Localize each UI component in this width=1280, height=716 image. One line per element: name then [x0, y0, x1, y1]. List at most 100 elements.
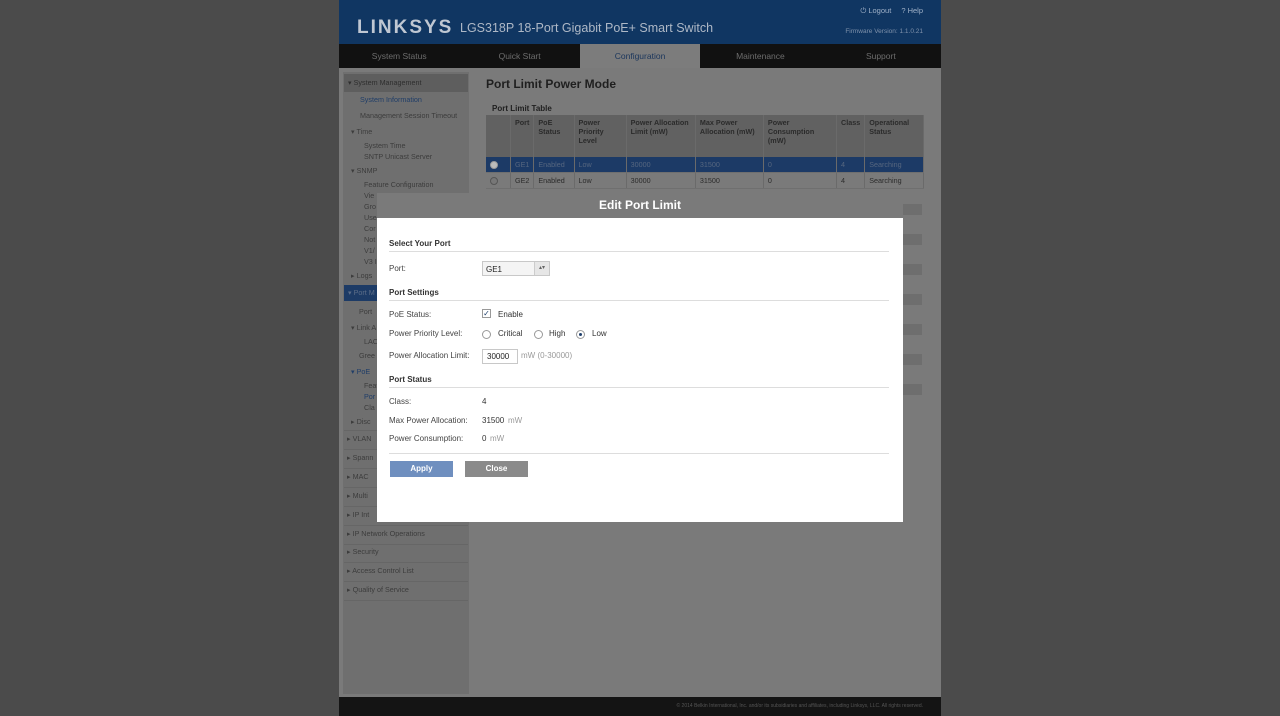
sidebar-item-v1[interactable]: V1/ [364, 246, 375, 255]
table-row[interactable]: GE1 Enabled Low 30000 31500 0 4 Searchin… [486, 157, 924, 173]
sidebar-item-poe-class[interactable]: Cla [364, 403, 375, 412]
close-button[interactable]: Close [465, 461, 528, 477]
caret-down-icon: ▾ [351, 166, 355, 175]
sidebar-item-acl[interactable]: ▸ Access Control List [347, 566, 414, 575]
tab-quick-start[interactable]: Quick Start [459, 44, 579, 68]
sidebar-item-time[interactable]: ▾ Time [351, 127, 372, 136]
priority-label: Power Priority Level: [389, 329, 463, 338]
sidebar-item-link-aggregation[interactable]: ▾ Link A [351, 323, 376, 332]
priority-low-radio[interactable] [576, 330, 585, 339]
port-limit-table: Port PoE Status Power Priority Level Pow… [486, 115, 924, 189]
header: LINKSYS LGS318P 18-Port Gigabit PoE+ Sma… [339, 0, 941, 44]
radio-selected-icon[interactable] [490, 161, 498, 170]
caret-right-icon: ▸ [351, 271, 355, 280]
cell-port: GE2 [510, 172, 535, 189]
sidebar-item-snmp[interactable]: ▾ SNMP [351, 166, 377, 175]
priority-high-radio[interactable] [534, 330, 543, 339]
table-row-ghost [902, 324, 922, 335]
sidebar-item-security[interactable]: ▸ Security [347, 547, 379, 556]
consumption-unit: mW [490, 434, 505, 443]
checkmark-icon: ✓ [483, 309, 490, 318]
column-header-max-alloc[interactable]: Max Power Allocation (mW) [695, 115, 764, 157]
sidebar-item-ip-network-operations[interactable]: ▸ IP Network Operations [347, 529, 425, 538]
divider [344, 525, 468, 526]
sidebar-item-lacp[interactable]: LAC [364, 337, 378, 346]
sidebar-item-qos[interactable]: ▸ Quality of Service [347, 585, 409, 594]
column-header-poe-status[interactable]: PoE Status [533, 115, 575, 157]
row-select-radio[interactable] [486, 157, 511, 173]
sidebar-item-multicast[interactable]: ▸ Multi [347, 491, 368, 500]
column-header-consumption[interactable]: Power Consumption (mW) [763, 115, 838, 157]
sidebar-item-mac[interactable]: ▸ MAC [347, 472, 369, 481]
alloc-limit-label: Power Allocation Limit: [389, 351, 470, 360]
help-link[interactable]: Help [908, 6, 923, 15]
logout-link[interactable]: Logout [868, 6, 891, 15]
caret-right-icon: ▸ [347, 566, 351, 575]
apply-button[interactable]: Apply [390, 461, 453, 477]
max-alloc-label: Max Power Allocation: [389, 416, 468, 425]
tab-maintenance[interactable]: Maintenance [700, 44, 820, 68]
help-icon[interactable]: ? [901, 6, 905, 15]
sidebar-item-spanning-tree[interactable]: ▸ Spann [347, 453, 373, 462]
sidebar-item-system-information[interactable]: System Information [360, 95, 422, 104]
select-arrows-icon[interactable]: ▴▾ [534, 262, 549, 275]
tab-support[interactable]: Support [821, 44, 941, 68]
poe-status-label: PoE Status: [389, 310, 432, 319]
sidebar-item-communities[interactable]: Cor [364, 224, 376, 233]
sidebar-item-green[interactable]: Gree [359, 351, 375, 360]
sidebar-item-ip-interface[interactable]: ▸ IP Int [347, 510, 369, 519]
cell-priority: Low [574, 172, 627, 189]
cell-class: 4 [836, 157, 866, 173]
sidebar-item-feature-config[interactable]: Feature Configuration [364, 180, 434, 189]
column-header-alloc-limit[interactable]: Power Allocation Limit (mW) [626, 115, 696, 157]
sidebar-item-system-management[interactable]: ▾ System Management [344, 74, 468, 92]
sidebar-item-system-time[interactable]: System Time [364, 141, 406, 150]
alloc-limit-input[interactable]: 30000 [482, 349, 518, 364]
column-header-class[interactable]: Class [836, 115, 866, 157]
column-header-priority[interactable]: Power Priority Level [574, 115, 627, 157]
column-header-port[interactable]: Port [510, 115, 535, 157]
sidebar-item-notification[interactable]: Not [364, 235, 375, 244]
table-row-ghost [902, 294, 922, 305]
sidebar-item-groups[interactable]: Gro [364, 202, 376, 211]
tab-configuration[interactable]: Configuration [579, 44, 701, 68]
sidebar-item-discovery[interactable]: ▸ Disc [351, 417, 371, 426]
sidebar-item-sntp[interactable]: SNTP Unicast Server [364, 152, 432, 161]
sidebar-item-logs[interactable]: ▸ Logs [351, 271, 372, 280]
tab-system-status[interactable]: System Status [339, 44, 459, 68]
product-name: LGS318P 18-Port Gigabit PoE+ Smart Switc… [460, 21, 714, 35]
radio-icon[interactable] [490, 177, 498, 186]
poe-enable-checkbox[interactable]: ✓ [482, 309, 491, 318]
cell-max: 31500 [695, 172, 764, 189]
caret-down-icon: ▾ [351, 323, 355, 332]
sidebar-item-mgmt-session-timeout[interactable]: Management Session Timeout [360, 111, 457, 120]
class-value: 4 [482, 397, 487, 406]
caret-right-icon: ▸ [347, 434, 351, 443]
sidebar-item-vlan[interactable]: ▸ VLAN [347, 434, 371, 443]
column-header-op-status[interactable]: Operational Status [864, 115, 924, 157]
table-row[interactable]: GE2 Enabled Low 30000 31500 0 4 Searchin… [486, 172, 924, 189]
divider [344, 562, 468, 563]
port-select[interactable]: GE1 ▴▾ [482, 261, 550, 276]
priority-critical-radio[interactable] [482, 330, 491, 339]
critical-label: Critical [498, 329, 523, 338]
sidebar-item-poe-port-limit[interactable]: Por [364, 392, 375, 401]
class-label: Class: [389, 397, 412, 406]
max-alloc-value: 31500 [482, 416, 505, 425]
sidebar-item-views[interactable]: Vie [364, 191, 374, 200]
cell-consumption: 0 [763, 157, 838, 173]
table-row-ghost [902, 354, 922, 365]
caret-right-icon: ▸ [347, 529, 351, 538]
table-row-ghost [902, 234, 922, 245]
sidebar-item-port[interactable]: Port [359, 307, 372, 316]
logout-icon[interactable]: ⏻ [860, 6, 866, 15]
table-header-row: Port PoE Status Power Priority Level Pow… [486, 115, 924, 157]
sidebar-item-poe[interactable]: ▾ PoE [351, 367, 370, 376]
row-select-radio[interactable] [486, 172, 511, 189]
table-title: Port Limit Table [492, 104, 552, 113]
firmware-version: Firmware Version: 1.1.0.21 [845, 28, 923, 35]
sidebar-item-v3[interactable]: V3 I [364, 257, 377, 266]
cell-class: 4 [836, 172, 866, 189]
sidebar-item-users[interactable]: Use [364, 213, 377, 222]
caret-right-icon: ▸ [351, 417, 355, 426]
